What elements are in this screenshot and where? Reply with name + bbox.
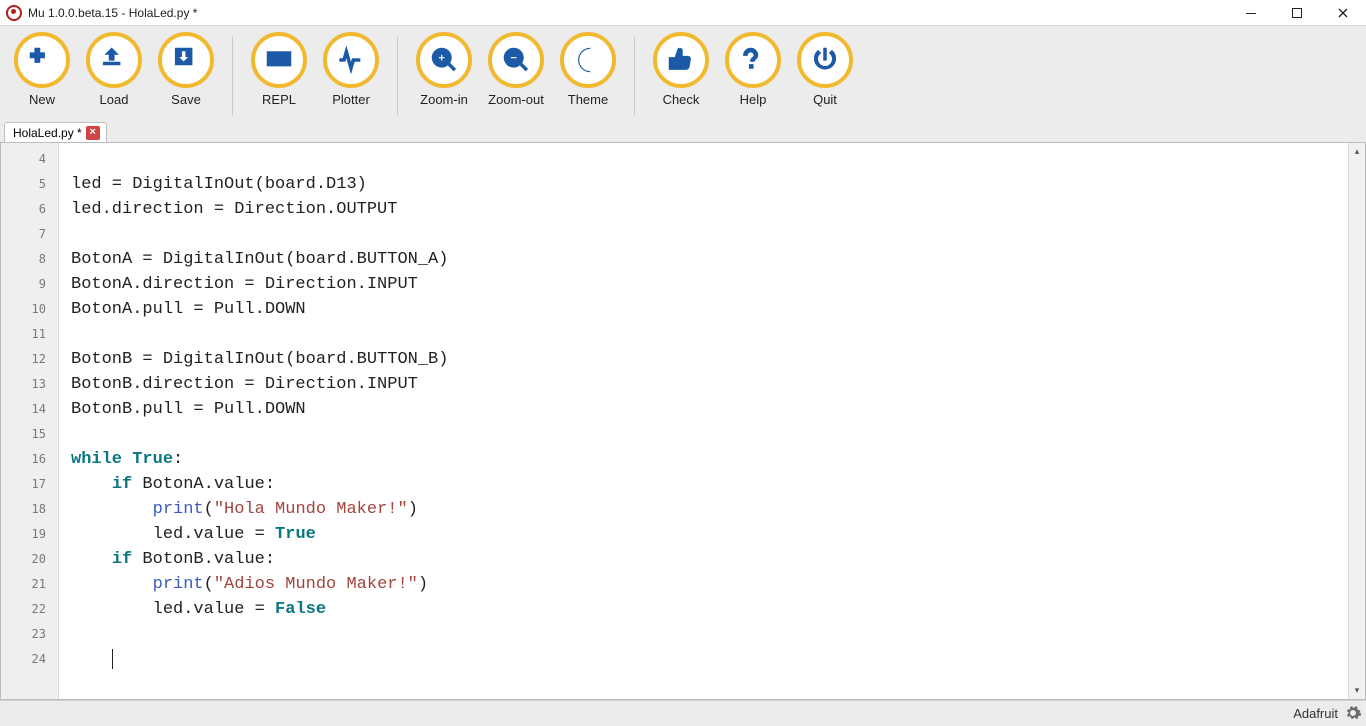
tab-close-icon[interactable]: × [86, 126, 100, 140]
scrollbar[interactable]: ▴ ▾ [1348, 143, 1365, 699]
minimize-button[interactable] [1228, 0, 1274, 26]
line-number: 8 [1, 247, 58, 272]
line-number: 14 [1, 397, 58, 422]
code-line[interactable] [71, 322, 1365, 347]
code-line[interactable]: led.value = False [71, 597, 1365, 622]
code-line[interactable]: led.value = True [71, 522, 1365, 547]
scroll-down-icon[interactable]: ▾ [1349, 682, 1366, 699]
code-line[interactable]: led = DigitalInOut(board.D13) [71, 172, 1365, 197]
scroll-up-icon[interactable]: ▴ [1349, 143, 1366, 160]
zoomin-button[interactable]: Zoom-in [408, 32, 480, 107]
toolbar-label: Zoom-out [488, 92, 544, 107]
code-line[interactable]: print("Hola Mundo Maker!") [71, 497, 1365, 522]
tabstrip: HolaLed.py * × [0, 120, 1366, 142]
toolbar: New Load Save REPL Plotter Zoom-in Zoom-out The… [0, 26, 1366, 120]
line-number: 20 [1, 547, 58, 572]
code-line[interactable]: BotonB = DigitalInOut(board.BUTTON_B) [71, 347, 1365, 372]
toolbar-label: Quit [813, 92, 837, 107]
line-number: 18 [1, 497, 58, 522]
code-line[interactable] [71, 622, 1365, 647]
code-line[interactable]: BotonA.direction = Direction.INPUT [71, 272, 1365, 297]
repl-button[interactable]: REPL [243, 32, 315, 107]
keyboard-icon [251, 32, 307, 88]
toolbar-label: Theme [568, 92, 608, 107]
gutter: 456789101112131415161718192021222324 [1, 143, 59, 699]
new-button[interactable]: New [6, 32, 78, 107]
code-line[interactable]: while True: [71, 447, 1365, 472]
question-icon [725, 32, 781, 88]
code-line[interactable] [71, 647, 1365, 672]
code-line[interactable]: led.direction = Direction.OUTPUT [71, 197, 1365, 222]
code-line[interactable]: BotonB.pull = Pull.DOWN [71, 397, 1365, 422]
line-number: 13 [1, 372, 58, 397]
window-title: Mu 1.0.0.beta.15 - HolaLed.py * [28, 6, 197, 20]
line-number: 19 [1, 522, 58, 547]
line-number: 5 [1, 172, 58, 197]
toolbar-label: New [29, 92, 55, 107]
gear-icon[interactable] [1344, 704, 1362, 722]
maximize-button[interactable] [1274, 0, 1320, 26]
line-number: 7 [1, 222, 58, 247]
tab-label: HolaLed.py * [13, 126, 82, 140]
code-line[interactable]: print("Adios Mundo Maker!") [71, 572, 1365, 597]
status-mode: Adafruit [1293, 706, 1338, 721]
toolbar-separator [397, 36, 398, 116]
line-number: 22 [1, 597, 58, 622]
code-line[interactable]: BotonA.pull = Pull.DOWN [71, 297, 1365, 322]
line-number: 23 [1, 622, 58, 647]
line-number: 6 [1, 197, 58, 222]
load-icon [86, 32, 142, 88]
code-line[interactable]: if BotonB.value: [71, 547, 1365, 572]
thumb-icon [653, 32, 709, 88]
plus-icon [14, 32, 70, 88]
toolbar-label: Load [100, 92, 129, 107]
save-button[interactable]: Save [150, 32, 222, 107]
titlebar: Mu 1.0.0.beta.15 - HolaLed.py * [0, 0, 1366, 26]
line-number: 4 [1, 147, 58, 172]
save-icon [158, 32, 214, 88]
toolbar-label: Check [663, 92, 700, 107]
line-number: 24 [1, 647, 58, 672]
theme-button[interactable]: Theme [552, 32, 624, 107]
toolbar-label: Help [740, 92, 767, 107]
code-line[interactable] [71, 422, 1365, 447]
plotter-button[interactable]: Plotter [315, 32, 387, 107]
toolbar-label: Zoom-in [420, 92, 468, 107]
toolbar-label: Save [171, 92, 201, 107]
zoomout-icon [488, 32, 544, 88]
code-area[interactable]: led = DigitalInOut(board.D13)led.directi… [59, 143, 1365, 699]
toolbar-label: REPL [262, 92, 296, 107]
line-number: 21 [1, 572, 58, 597]
zoomin-icon [416, 32, 472, 88]
line-number: 12 [1, 347, 58, 372]
quit-button[interactable]: Quit [789, 32, 861, 107]
tab-holaled[interactable]: HolaLed.py * × [4, 122, 107, 142]
line-number: 17 [1, 472, 58, 497]
line-number: 9 [1, 272, 58, 297]
code-line[interactable]: BotonB.direction = Direction.INPUT [71, 372, 1365, 397]
toolbar-separator [634, 36, 635, 116]
app-icon [6, 5, 22, 21]
power-icon [797, 32, 853, 88]
close-button[interactable] [1320, 0, 1366, 26]
code-line[interactable] [71, 147, 1365, 172]
line-number: 15 [1, 422, 58, 447]
text-cursor [112, 649, 113, 669]
check-button[interactable]: Check [645, 32, 717, 107]
help-button[interactable]: Help [717, 32, 789, 107]
pulse-icon [323, 32, 379, 88]
code-line[interactable]: if BotonA.value: [71, 472, 1365, 497]
line-number: 11 [1, 322, 58, 347]
code-line[interactable] [71, 222, 1365, 247]
zoomout-button[interactable]: Zoom-out [480, 32, 552, 107]
line-number: 16 [1, 447, 58, 472]
code-line[interactable]: BotonA = DigitalInOut(board.BUTTON_A) [71, 247, 1365, 272]
load-button[interactable]: Load [78, 32, 150, 107]
editor[interactable]: 456789101112131415161718192021222324 led… [0, 142, 1366, 700]
statusbar: Adafruit [0, 700, 1366, 725]
toolbar-separator [232, 36, 233, 116]
moon-icon [560, 32, 616, 88]
line-number: 10 [1, 297, 58, 322]
toolbar-label: Plotter [332, 92, 370, 107]
